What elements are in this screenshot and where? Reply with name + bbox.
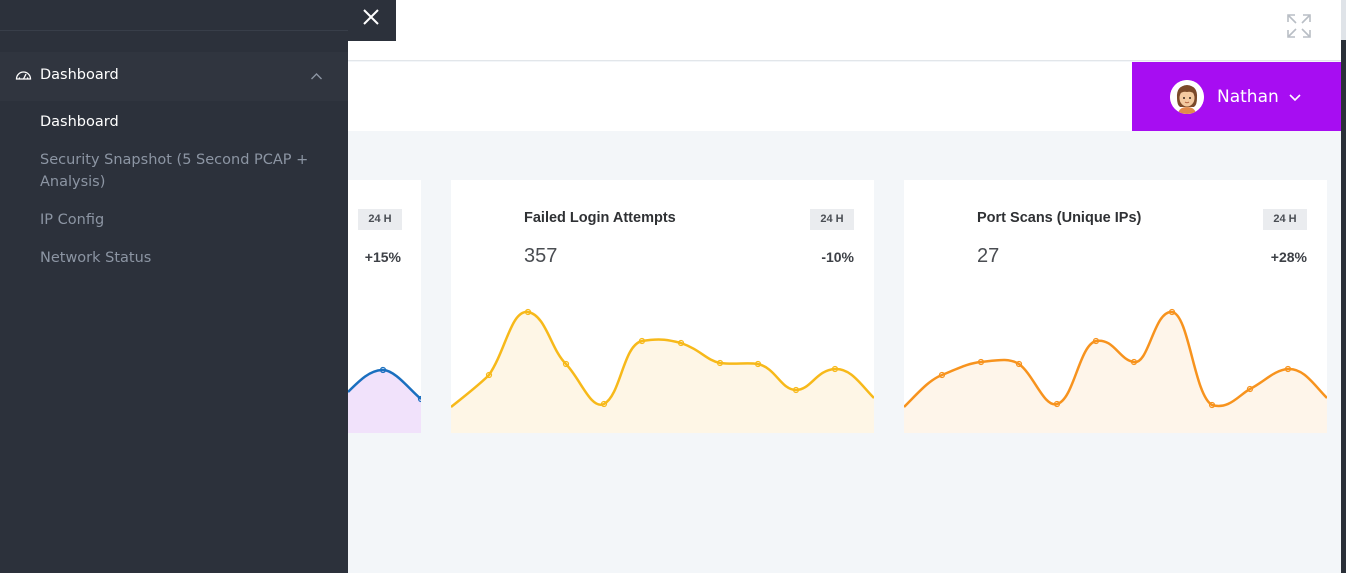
sidebar: Dashboard Dashboard Security Snapshot (5… <box>0 0 348 573</box>
chevron-up-icon <box>311 73 322 80</box>
stat-value: 357 <box>524 245 558 267</box>
user-menu-button[interactable]: Nathan <box>1132 62 1342 131</box>
change-percent: -10% <box>821 249 854 265</box>
scrollbar-thumb[interactable] <box>1341 0 1346 40</box>
sidebar-section-dashboard[interactable]: Dashboard <box>0 52 348 101</box>
period-badge: 24 H <box>810 209 854 230</box>
user-avatar <box>1170 79 1204 114</box>
sidebar-item-ip-config[interactable]: IP Config <box>40 209 330 231</box>
card-title: Failed Login Attempts <box>524 210 676 226</box>
close-icon <box>363 9 379 25</box>
change-percent: +28% <box>1270 249 1307 265</box>
chevron-down-icon <box>1289 93 1301 101</box>
close-sidebar-button[interactable] <box>348 0 396 41</box>
stat-card-port-scans: Port Scans (Unique IPs) 24 H 27 +28% <box>904 180 1327 433</box>
dashboard-gauge-icon <box>15 71 32 80</box>
sidebar-header <box>0 0 348 31</box>
stat-value: 27 <box>977 245 1000 267</box>
sidebar-section-label: Dashboard <box>40 67 119 83</box>
scrollbar-track <box>1341 0 1346 573</box>
stat-card-failed-logins: Failed Login Attempts 24 H 357 -10% <box>451 180 874 433</box>
sidebar-item-security-snapshot[interactable]: Security Snapshot (5 Second PCAP + Analy… <box>40 149 330 193</box>
sidebar-item-network-status[interactable]: Network Status <box>40 247 330 269</box>
fullscreen-icon[interactable] <box>1286 13 1312 39</box>
period-badge: 24 H <box>1263 209 1307 230</box>
user-name: Nathan <box>1217 86 1279 107</box>
card-title: Port Scans (Unique IPs) <box>977 210 1142 226</box>
sidebar-item-dashboard[interactable]: Dashboard <box>40 111 330 133</box>
